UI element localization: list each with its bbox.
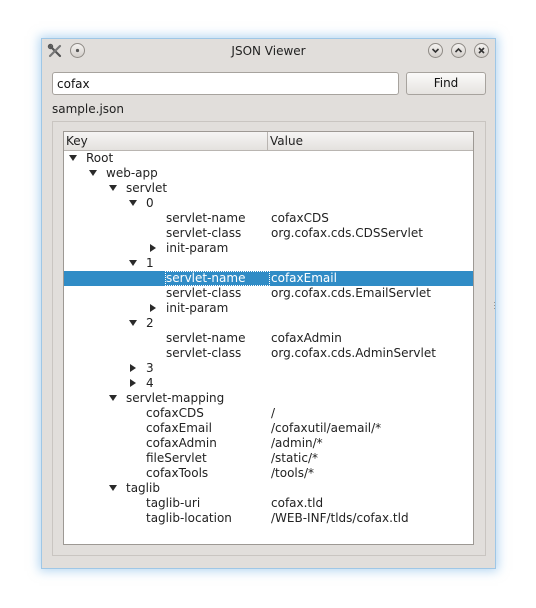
tree-row-value: cofaxAdmin: [271, 331, 342, 345]
tree-row-value: org.cofax.cds.AdminServlet: [271, 346, 436, 360]
tree-row-key: servlet-class: [166, 346, 242, 360]
tree-row[interactable]: fileServlet/static/*: [64, 451, 473, 466]
resize-grip-icon[interactable]: [494, 297, 496, 309]
tree-row-value: org.cofax.cds.EmailServlet: [271, 286, 431, 300]
tree-row-key: servlet-name: [166, 331, 246, 345]
tree-row-key: cofaxAdmin: [146, 436, 217, 450]
tree-row-key: 1: [146, 256, 154, 270]
tree-row-value: /: [271, 406, 276, 420]
tree-row-key: servlet: [126, 181, 168, 195]
tree-row-key: servlet-class: [166, 226, 242, 240]
tree-row[interactable]: 3: [64, 361, 473, 376]
tree-row-key: fileServlet: [146, 451, 207, 465]
collapse-arrow-right-icon[interactable]: [150, 304, 156, 312]
tree-row-key: 2: [146, 316, 154, 330]
json-viewer-window: JSON Viewer Find sample.json Key Value R…: [41, 38, 496, 569]
expand-arrow-down-icon[interactable]: [129, 260, 137, 266]
tree-row[interactable]: servlet-name cofaxEmail: [64, 271, 473, 286]
tree-row[interactable]: servlet-class org.cofax.cds.CDSServlet: [64, 226, 473, 241]
column-header-value[interactable]: Value: [270, 134, 303, 148]
tree-row[interactable]: init-param: [64, 241, 473, 256]
collapse-arrow-right-icon[interactable]: [130, 364, 136, 372]
column-divider[interactable]: [267, 132, 268, 150]
expand-arrow-down-icon[interactable]: [109, 395, 117, 401]
tree-row-key: taglib: [126, 481, 160, 495]
tree-row-key: init-param: [166, 241, 229, 255]
tree-row[interactable]: init-param: [64, 301, 473, 316]
tree-header: Key Value: [64, 132, 473, 151]
tree-row-value: org.cofax.cds.CDSServlet: [271, 226, 423, 240]
tree-row-key: servlet-mapping: [126, 391, 225, 405]
tree-row-value: cofax.tld: [271, 496, 324, 510]
tree-row-key: servlet-name: [166, 211, 246, 225]
expand-arrow-down-icon[interactable]: [109, 185, 117, 191]
column-header-key[interactable]: Key: [66, 134, 88, 148]
tree-row[interactable]: 2: [64, 316, 473, 331]
tree-row-value: cofaxEmail: [271, 271, 337, 285]
tree-row-key: web-app: [106, 166, 158, 180]
tree-row-key: cofaxTools: [146, 466, 209, 480]
json-tree-view[interactable]: Key Value Root web-app servlet 0 servlet-nam…: [63, 131, 474, 545]
expand-arrow-down-icon[interactable]: [69, 155, 77, 161]
tree-row[interactable]: servlet-name cofaxCDS: [64, 211, 473, 226]
tree-row[interactable]: cofaxEmail/cofaxutil/aemail/*: [64, 421, 473, 436]
tree-row[interactable]: 4: [64, 376, 473, 391]
tree-row[interactable]: cofaxCDS /: [64, 406, 473, 421]
tree-row[interactable]: servlet-class org.cofax.cds.AdminServlet: [64, 346, 473, 361]
tree-row[interactable]: Root: [64, 151, 473, 166]
tree-row[interactable]: 0: [64, 196, 473, 211]
tree-row[interactable]: 1: [64, 256, 473, 271]
title-bar[interactable]: JSON Viewer: [42, 39, 495, 64]
tree-row-key: servlet-class: [166, 286, 242, 300]
tree-row[interactable]: web-app: [64, 166, 473, 181]
tree-row-key: cofaxEmail: [146, 421, 212, 435]
expand-arrow-down-icon[interactable]: [109, 485, 117, 491]
collapse-arrow-right-icon[interactable]: [150, 244, 156, 252]
tree-row[interactable]: servlet-mapping: [64, 391, 473, 406]
tree-row-key: 4: [146, 376, 154, 390]
tree-row-key: 0: [146, 196, 154, 210]
tree-row-key: taglib-uri: [146, 496, 201, 510]
tree-row[interactable]: taglib-location/WEB-INF/tlds/cofax.tld: [64, 511, 473, 526]
expand-arrow-down-icon[interactable]: [129, 200, 137, 206]
find-button[interactable]: Find: [406, 72, 486, 95]
search-input[interactable]: [52, 72, 399, 95]
tree-row[interactable]: cofaxAdmin/admin/*: [64, 436, 473, 451]
expand-arrow-down-icon[interactable]: [129, 320, 137, 326]
tree-row-value: /admin/*: [271, 436, 323, 450]
tree-row[interactable]: cofaxTools/tools/*: [64, 466, 473, 481]
tree-row-value: cofaxCDS: [271, 211, 329, 225]
tree-row[interactable]: servlet-name cofaxAdmin: [64, 331, 473, 346]
minimize-button[interactable]: [428, 43, 443, 58]
tree-row-key: servlet-name: [166, 271, 246, 285]
tree-row-value: /cofaxutil/aemail/*: [271, 421, 382, 435]
collapse-arrow-right-icon[interactable]: [130, 379, 136, 387]
tree-row-value: /WEB-INF/tlds/cofax.tld: [271, 511, 409, 525]
tree-row[interactable]: servlet: [64, 181, 473, 196]
tree-row[interactable]: taglib: [64, 481, 473, 496]
file-name-label: sample.json: [52, 102, 124, 116]
tree-row-key: cofaxCDS: [146, 406, 204, 420]
tree-row-key: Root: [86, 151, 114, 165]
tree-row-key: 3: [146, 361, 154, 375]
tree-row[interactable]: taglib-uri cofax.tld: [64, 496, 473, 511]
expand-arrow-down-icon[interactable]: [89, 170, 97, 176]
tree-row-key: taglib-location: [146, 511, 232, 525]
tree-row[interactable]: servlet-class org.cofax.cds.EmailServlet: [64, 286, 473, 301]
tree-row-value: /tools/*: [271, 466, 315, 480]
close-button[interactable]: [474, 43, 489, 58]
tree-row-key: init-param: [166, 301, 229, 315]
maximize-button[interactable]: [451, 43, 466, 58]
tree-row-value: /static/*: [271, 451, 319, 465]
